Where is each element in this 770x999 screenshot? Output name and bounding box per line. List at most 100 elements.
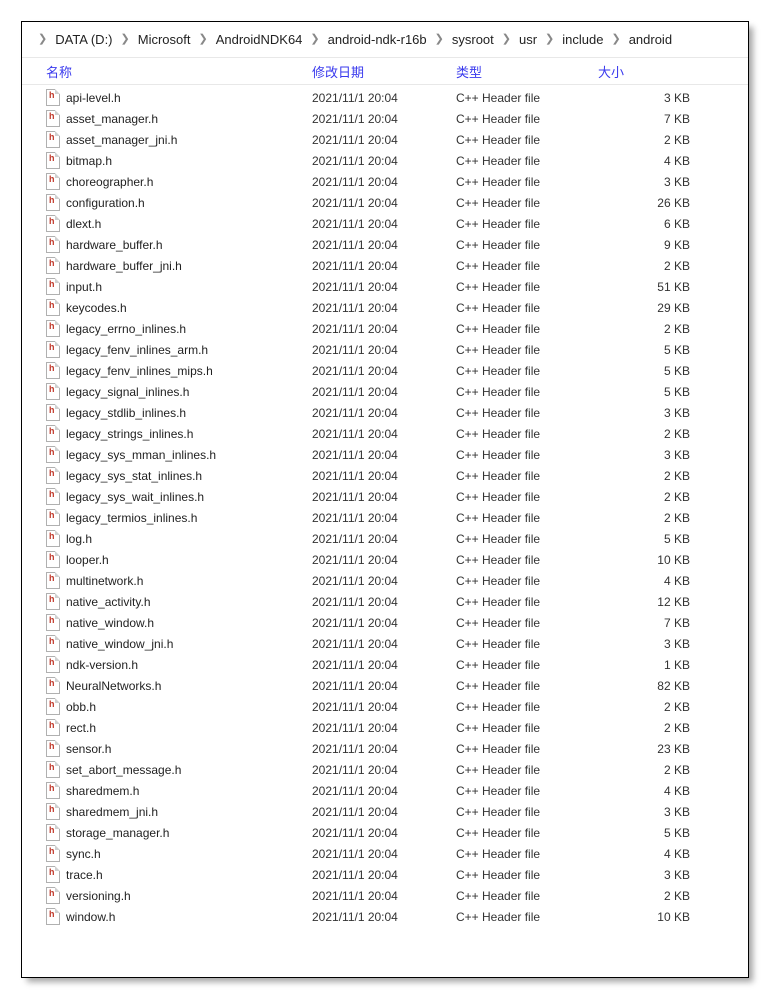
table-row[interactable]: legacy_signal_inlines.h2021/11/1 20:04C+… xyxy=(22,381,748,402)
table-row[interactable]: native_window.h2021/11/1 20:04C++ Header… xyxy=(22,612,748,633)
table-row[interactable]: legacy_fenv_inlines_arm.h2021/11/1 20:04… xyxy=(22,339,748,360)
table-row[interactable]: window.h2021/11/1 20:04C++ Header file10… xyxy=(22,906,748,927)
file-name-cell[interactable]: choreographer.h xyxy=(22,173,312,190)
file-name-cell[interactable]: asset_manager_jni.h xyxy=(22,131,312,148)
table-row[interactable]: rect.h2021/11/1 20:04C++ Header file2 KB xyxy=(22,717,748,738)
table-row[interactable]: legacy_stdlib_inlines.h2021/11/1 20:04C+… xyxy=(22,402,748,423)
table-row[interactable]: choreographer.h2021/11/1 20:04C++ Header… xyxy=(22,171,748,192)
file-name-cell[interactable]: native_window.h xyxy=(22,614,312,631)
chevron-right-icon[interactable]: ❯ xyxy=(496,34,517,45)
table-row[interactable]: native_activity.h2021/11/1 20:04C++ Head… xyxy=(22,591,748,612)
breadcrumb-item[interactable]: Microsoft xyxy=(136,30,193,49)
file-name-cell[interactable]: configuration.h xyxy=(22,194,312,211)
file-name-cell[interactable]: input.h xyxy=(22,278,312,295)
file-name-cell[interactable]: legacy_termios_inlines.h xyxy=(22,509,312,526)
breadcrumb-item[interactable]: android-ndk-r16b xyxy=(326,30,429,49)
breadcrumb-item[interactable]: DATA (D:) xyxy=(53,30,114,49)
chevron-right-icon[interactable]: ❯ xyxy=(429,34,450,45)
table-row[interactable]: bitmap.h2021/11/1 20:04C++ Header file4 … xyxy=(22,150,748,171)
file-name-cell[interactable]: hardware_buffer_jni.h xyxy=(22,257,312,274)
table-row[interactable]: storage_manager.h2021/11/1 20:04C++ Head… xyxy=(22,822,748,843)
table-row[interactable]: hardware_buffer.h2021/11/1 20:04C++ Head… xyxy=(22,234,748,255)
table-row[interactable]: sharedmem_jni.h2021/11/1 20:04C++ Header… xyxy=(22,801,748,822)
table-row[interactable]: log.h2021/11/1 20:04C++ Header file5 KB xyxy=(22,528,748,549)
file-name-cell[interactable]: sharedmem_jni.h xyxy=(22,803,312,820)
column-header-date[interactable]: 修改日期 xyxy=(312,62,456,81)
breadcrumb-item[interactable]: sysroot xyxy=(450,30,496,49)
column-header-type[interactable]: 类型 xyxy=(456,62,598,81)
column-header-name[interactable]: 名称 xyxy=(22,62,312,81)
file-name-cell[interactable]: looper.h xyxy=(22,551,312,568)
file-name-cell[interactable]: keycodes.h xyxy=(22,299,312,316)
file-name-cell[interactable]: versioning.h xyxy=(22,887,312,904)
file-name-cell[interactable]: legacy_sys_wait_inlines.h xyxy=(22,488,312,505)
table-row[interactable]: sharedmem.h2021/11/1 20:04C++ Header fil… xyxy=(22,780,748,801)
file-name-cell[interactable]: legacy_strings_inlines.h xyxy=(22,425,312,442)
file-name-cell[interactable]: set_abort_message.h xyxy=(22,761,312,778)
file-name-cell[interactable]: sharedmem.h xyxy=(22,782,312,799)
file-name-cell[interactable]: asset_manager.h xyxy=(22,110,312,127)
column-header-size[interactable]: 大小 xyxy=(598,62,690,81)
table-row[interactable]: keycodes.h2021/11/1 20:04C++ Header file… xyxy=(22,297,748,318)
table-row[interactable]: hardware_buffer_jni.h2021/11/1 20:04C++ … xyxy=(22,255,748,276)
file-name-cell[interactable]: rect.h xyxy=(22,719,312,736)
table-row[interactable]: looper.h2021/11/1 20:04C++ Header file10… xyxy=(22,549,748,570)
chevron-right-icon[interactable]: ❯ xyxy=(192,34,213,45)
table-row[interactable]: trace.h2021/11/1 20:04C++ Header file3 K… xyxy=(22,864,748,885)
chevron-right-icon[interactable]: ❯ xyxy=(605,34,626,45)
table-row[interactable]: obb.h2021/11/1 20:04C++ Header file2 KB xyxy=(22,696,748,717)
file-name-cell[interactable]: sync.h xyxy=(22,845,312,862)
chevron-right-icon[interactable]: ❯ xyxy=(304,34,325,45)
table-row[interactable]: asset_manager.h2021/11/1 20:04C++ Header… xyxy=(22,108,748,129)
file-name-cell[interactable]: trace.h xyxy=(22,866,312,883)
file-name-cell[interactable]: multinetwork.h xyxy=(22,572,312,589)
chevron-right-icon[interactable]: ❯ xyxy=(115,34,136,45)
table-row[interactable]: dlext.h2021/11/1 20:04C++ Header file6 K… xyxy=(22,213,748,234)
breadcrumb-item[interactable]: include xyxy=(560,30,605,49)
file-name-cell[interactable]: native_activity.h xyxy=(22,593,312,610)
file-name-cell[interactable]: window.h xyxy=(22,908,312,925)
file-name-cell[interactable]: bitmap.h xyxy=(22,152,312,169)
table-row[interactable]: legacy_fenv_inlines_mips.h2021/11/1 20:0… xyxy=(22,360,748,381)
table-row[interactable]: legacy_strings_inlines.h2021/11/1 20:04C… xyxy=(22,423,748,444)
chevron-right-icon[interactable]: ❯ xyxy=(32,34,53,45)
table-row[interactable]: ndk-version.h2021/11/1 20:04C++ Header f… xyxy=(22,654,748,675)
table-row[interactable]: legacy_sys_wait_inlines.h2021/11/1 20:04… xyxy=(22,486,748,507)
file-name-cell[interactable]: native_window_jni.h xyxy=(22,635,312,652)
table-row[interactable]: legacy_sys_stat_inlines.h2021/11/1 20:04… xyxy=(22,465,748,486)
file-name-cell[interactable]: ndk-version.h xyxy=(22,656,312,673)
table-row[interactable]: set_abort_message.h2021/11/1 20:04C++ He… xyxy=(22,759,748,780)
file-name-cell[interactable]: legacy_fenv_inlines_mips.h xyxy=(22,362,312,379)
file-name-cell[interactable]: obb.h xyxy=(22,698,312,715)
file-name-cell[interactable]: api-level.h xyxy=(22,89,312,106)
chevron-right-icon[interactable]: ❯ xyxy=(539,34,560,45)
file-name-cell[interactable]: dlext.h xyxy=(22,215,312,232)
table-row[interactable]: legacy_sys_mman_inlines.h2021/11/1 20:04… xyxy=(22,444,748,465)
file-name-cell[interactable]: legacy_stdlib_inlines.h xyxy=(22,404,312,421)
table-row[interactable]: configuration.h2021/11/1 20:04C++ Header… xyxy=(22,192,748,213)
file-name-cell[interactable]: legacy_sys_stat_inlines.h xyxy=(22,467,312,484)
breadcrumb-item[interactable]: android xyxy=(627,30,674,49)
table-row[interactable]: versioning.h2021/11/1 20:04C++ Header fi… xyxy=(22,885,748,906)
file-name-cell[interactable]: sensor.h xyxy=(22,740,312,757)
file-name-cell[interactable]: NeuralNetworks.h xyxy=(22,677,312,694)
breadcrumb-item[interactable]: usr xyxy=(517,30,539,49)
table-row[interactable]: NeuralNetworks.h2021/11/1 20:04C++ Heade… xyxy=(22,675,748,696)
file-name-cell[interactable]: storage_manager.h xyxy=(22,824,312,841)
table-row[interactable]: asset_manager_jni.h2021/11/1 20:04C++ He… xyxy=(22,129,748,150)
file-name-cell[interactable]: legacy_signal_inlines.h xyxy=(22,383,312,400)
table-row[interactable]: legacy_termios_inlines.h2021/11/1 20:04C… xyxy=(22,507,748,528)
file-name-cell[interactable]: log.h xyxy=(22,530,312,547)
file-name-cell[interactable]: legacy_errno_inlines.h xyxy=(22,320,312,337)
table-row[interactable]: sync.h2021/11/1 20:04C++ Header file4 KB xyxy=(22,843,748,864)
table-row[interactable]: input.h2021/11/1 20:04C++ Header file51 … xyxy=(22,276,748,297)
file-name-cell[interactable]: hardware_buffer.h xyxy=(22,236,312,253)
file-name-cell[interactable]: legacy_fenv_inlines_arm.h xyxy=(22,341,312,358)
file-name-cell[interactable]: legacy_sys_mman_inlines.h xyxy=(22,446,312,463)
table-row[interactable]: multinetwork.h2021/11/1 20:04C++ Header … xyxy=(22,570,748,591)
breadcrumb-item[interactable]: AndroidNDK64 xyxy=(214,30,305,49)
table-row[interactable]: sensor.h2021/11/1 20:04C++ Header file23… xyxy=(22,738,748,759)
table-row[interactable]: api-level.h2021/11/1 20:04C++ Header fil… xyxy=(22,87,748,108)
table-row[interactable]: legacy_errno_inlines.h2021/11/1 20:04C++… xyxy=(22,318,748,339)
table-row[interactable]: native_window_jni.h2021/11/1 20:04C++ He… xyxy=(22,633,748,654)
